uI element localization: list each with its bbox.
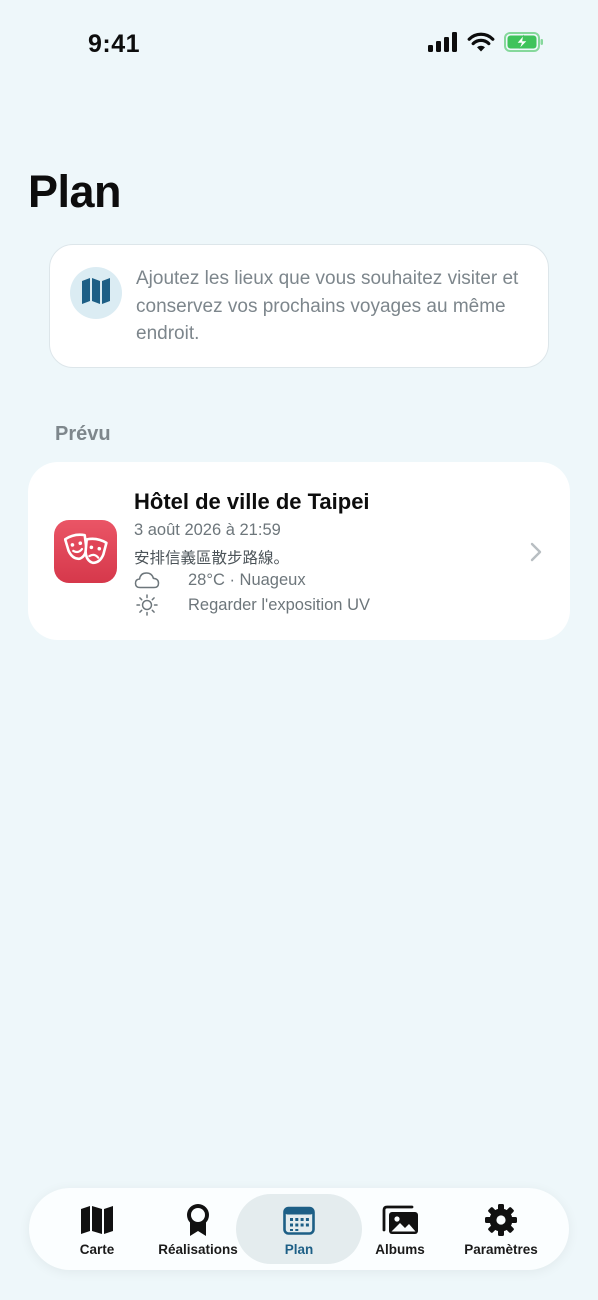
tab-bar: Carte Réalisations Plan Albums Paramètre… xyxy=(29,1188,569,1270)
sun-icon xyxy=(134,594,166,616)
tab-parametres[interactable]: Paramètres xyxy=(438,1194,564,1264)
section-label-planned: Prévu xyxy=(55,423,111,445)
trip-app-icon xyxy=(54,520,117,583)
status-icons xyxy=(428,32,544,57)
trip-weather: 28°C · Nuageux xyxy=(188,570,306,589)
cloud-icon xyxy=(134,569,166,591)
tab-label: Plan xyxy=(284,1242,314,1257)
tab-label: Albums xyxy=(375,1242,425,1257)
map-icon xyxy=(81,277,111,310)
tab-label: Carte xyxy=(79,1242,115,1257)
info-icon-badge xyxy=(70,267,122,319)
map-icon xyxy=(80,1202,114,1238)
status-bar: 9:41 xyxy=(0,0,598,90)
trip-date: 3 août 2026 à 21:59 xyxy=(134,521,281,539)
wifi-icon xyxy=(467,32,495,57)
tab-label: Réalisations xyxy=(158,1242,238,1257)
page-title: Plan xyxy=(28,166,122,217)
trip-weather-row: 28°C · Nuageux xyxy=(134,569,306,591)
planned-trip-card[interactable]: Hôtel de ville de Taipei 3 août 2026 à 2… xyxy=(28,462,570,640)
trip-uv: Regarder l'exposition UV xyxy=(188,595,370,614)
photo-albums-icon xyxy=(380,1202,420,1238)
award-ribbon-icon xyxy=(184,1202,212,1238)
gear-icon xyxy=(484,1202,518,1238)
battery-charging-icon xyxy=(504,32,544,57)
cellular-signal-icon xyxy=(428,32,458,57)
tab-label: Paramètres xyxy=(464,1242,538,1257)
trip-uv-row: Regarder l'exposition UV xyxy=(134,594,370,616)
trip-note: 安排信義區散步路線。 xyxy=(134,550,290,567)
calendar-icon xyxy=(283,1202,315,1238)
theater-masks-icon xyxy=(63,532,108,571)
trip-title: Hôtel de ville de Taipei xyxy=(134,489,370,514)
chevron-right-icon[interactable] xyxy=(530,542,542,567)
info-card: Ajoutez les lieux que vous souhaitez vis… xyxy=(49,244,549,368)
info-text: Ajoutez les lieux que vous souhaitez vis… xyxy=(136,268,519,344)
status-time: 9:41 xyxy=(88,30,141,58)
